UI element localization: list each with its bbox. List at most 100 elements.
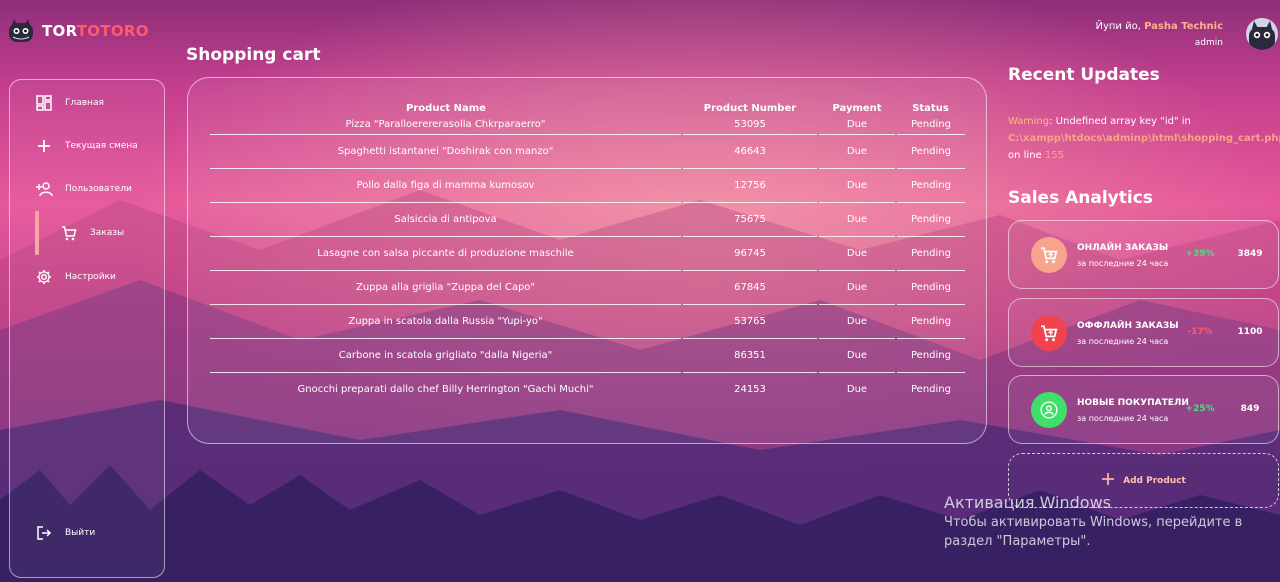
- sidebar-item-orders[interactable]: Заказы: [10, 211, 164, 255]
- cell-product-number: 53095: [682, 116, 818, 135]
- cell-status: Pending: [896, 304, 965, 339]
- sidebar-item-settings[interactable]: Настройки: [10, 260, 164, 294]
- gear-icon: [35, 268, 53, 286]
- sidebar-item-label: Текущая смена: [65, 141, 138, 151]
- shopping-cart-table: Product Name Product Number Payment Stat…: [210, 100, 965, 406]
- warning-label: Warning: [1008, 116, 1050, 127]
- cell-product-number: 46643: [682, 134, 818, 169]
- warning-text: : Undefined array key "id" in: [1049, 116, 1191, 127]
- sales-card-percent: -17%: [1187, 327, 1213, 337]
- sales-card-title: НОВЫЕ ПОКУПАТЕЛИ: [1077, 398, 1189, 408]
- totoro-avatar-icon: [1246, 18, 1278, 50]
- cell-product-name: Zuppa alla griglia "Zuppa del Capo": [210, 270, 682, 305]
- cell-payment: Due: [818, 304, 896, 339]
- sales-card-percent: +25%: [1185, 404, 1215, 414]
- sales-card-online-orders[interactable]: ОНЛАЙН ЗАКАЗЫ за последние 24 часа +39% …: [1008, 220, 1279, 289]
- dashboard-icon: [35, 94, 53, 112]
- cell-product-number: 12756: [682, 168, 818, 203]
- cell-product-name: Spaghetti istantanei "Doshirak con manzo…: [210, 134, 682, 169]
- user-role: admin: [1194, 38, 1223, 48]
- sales-card-value: 1100: [1237, 327, 1263, 337]
- sidebar-item-users[interactable]: Пользователи: [10, 172, 164, 206]
- cell-product-name: Lasagne con salsa piccante di produzione…: [210, 236, 682, 271]
- column-header-product-name[interactable]: Product Name: [210, 100, 682, 116]
- warning-file-path: C:\xampp\htdocs\adminp\html\shopping_car…: [1008, 133, 1280, 144]
- avatar[interactable]: [1246, 18, 1278, 50]
- cell-status: Pending: [896, 236, 965, 271]
- greeting-text: Йупи йо,: [1095, 21, 1145, 32]
- cell-status: Pending: [896, 270, 965, 305]
- brand-logo-block[interactable]: TORTOTORO: [8, 18, 149, 44]
- cart-icon: [1031, 237, 1067, 273]
- cell-status: Pending: [896, 134, 965, 169]
- table-row[interactable]: Salsiccia di antipova 75675 Due Pending: [210, 202, 965, 237]
- sales-card-value: 3849: [1237, 249, 1263, 259]
- cell-product-number: 96745: [682, 236, 818, 271]
- sales-card-offline-orders[interactable]: ОФФЛАЙН ЗАКАЗЫ за последние 24 часа -17%…: [1008, 298, 1279, 367]
- sales-card-title: ОНЛАЙН ЗАКАЗЫ: [1077, 243, 1169, 253]
- sales-card-percent: +39%: [1185, 249, 1215, 259]
- cart-icon: [1031, 315, 1067, 351]
- shopping-cart-card: Product Name Product Number Payment Stat…: [187, 77, 987, 444]
- cell-product-name: Carbone in scatola grigliato "dalla Nige…: [210, 338, 682, 373]
- sales-analytics-title: Sales Analytics: [1008, 188, 1153, 208]
- active-indicator: [35, 211, 39, 255]
- column-header-product-number[interactable]: Product Number: [682, 100, 818, 116]
- table-row[interactable]: Pollo dalla figa di mamma kumosov 12756 …: [210, 168, 965, 203]
- sidebar-item-current-shift[interactable]: Текущая смена: [10, 129, 164, 163]
- cell-payment: Due: [818, 116, 896, 135]
- user-greeting-line: Йупи йо, Pasha Technic: [1096, 18, 1224, 35]
- activation-title: Активация Windows: [944, 493, 1111, 512]
- cell-payment: Due: [818, 270, 896, 305]
- table-row[interactable]: Carbone in scatola grigliato "dalla Nige…: [210, 338, 965, 373]
- brand-name-part2: TOTORO: [76, 22, 149, 40]
- cell-product-number: 53765: [682, 304, 818, 339]
- cell-payment: Due: [818, 202, 896, 237]
- person-add-icon: [35, 180, 53, 198]
- table-row[interactable]: Zuppa alla griglia "Zuppa del Capo" 6784…: [210, 270, 965, 305]
- totoro-logo-icon: [9, 19, 33, 42]
- add-product-label: Add Product: [1123, 475, 1186, 486]
- cell-product-number: 86351: [682, 338, 818, 373]
- table-row[interactable]: Pizza "Paralloerererasolla Chkrparaerro"…: [210, 116, 965, 135]
- table-header-row: Product Name Product Number Payment Stat…: [210, 100, 965, 116]
- cell-product-name: Gnocchi preparati dallo chef Billy Herri…: [297, 383, 594, 395]
- logout-button[interactable]: Выйти: [10, 518, 164, 548]
- table-row[interactable]: Zuppa in scatola dalla Russia "Yupi-yo" …: [210, 304, 965, 339]
- cell-payment: Due: [818, 134, 896, 169]
- cell-product-number: 67845: [682, 270, 818, 305]
- activation-text: Чтобы активировать Windows, перейдите в …: [944, 515, 1243, 549]
- cell-status: Pending: [911, 383, 951, 395]
- table-row[interactable]: Lasagne con salsa piccante di produzione…: [210, 236, 965, 271]
- warning-line-number: 155: [1044, 150, 1064, 161]
- sales-card-subtitle: за последние 24 часа: [1077, 414, 1169, 423]
- sales-card-value: 849: [1240, 404, 1260, 414]
- column-header-payment[interactable]: Payment: [818, 100, 896, 116]
- sales-card-new-customers[interactable]: НОВЫЕ ПОКУПАТЕЛИ за последние 24 часа +2…: [1008, 375, 1279, 444]
- recent-updates-title: Recent Updates: [1008, 65, 1160, 85]
- person-icon: [1031, 392, 1067, 428]
- plus-icon: [1101, 472, 1115, 489]
- cell-product-name: Pizza "Paralloerererasolla Chkrparaerro": [210, 116, 682, 135]
- logout-label: Выйти: [65, 528, 96, 538]
- cell-payment: Due: [818, 168, 896, 203]
- cell-product-name: Pollo dalla figa di mamma kumosov: [210, 168, 682, 203]
- sidebar: Главная Текущая смена Пользователи Заказ…: [9, 79, 165, 578]
- brand-name-part1: TOR: [42, 22, 77, 40]
- username: Pasha Technic: [1144, 21, 1223, 32]
- brand-name: TORTOTORO: [42, 22, 149, 40]
- page-title: Shopping cart: [186, 45, 321, 65]
- table-row[interactable]: Spaghetti istantanei "Doshirak con manzo…: [210, 134, 965, 169]
- cell-payment: Due: [818, 236, 896, 271]
- sidebar-item-label: Заказы: [90, 228, 125, 238]
- cell-status: Pending: [896, 202, 965, 237]
- sales-card-subtitle: за последние 24 часа: [1077, 259, 1169, 268]
- column-header-status[interactable]: Status: [896, 100, 965, 116]
- php-warning-message: Warning: Undefined array key "id" in C:\…: [1008, 113, 1280, 164]
- sidebar-item-home[interactable]: Главная: [10, 86, 164, 120]
- cell-status: Pending: [896, 168, 965, 203]
- logout-icon: [35, 524, 53, 542]
- table-row[interactable]: Gnocchi preparati dallo chef Billy Herri…: [210, 372, 965, 406]
- windows-activation-watermark: Активация Windows Чтобы активировать Win…: [944, 493, 1244, 551]
- sidebar-item-label: Главная: [65, 98, 104, 108]
